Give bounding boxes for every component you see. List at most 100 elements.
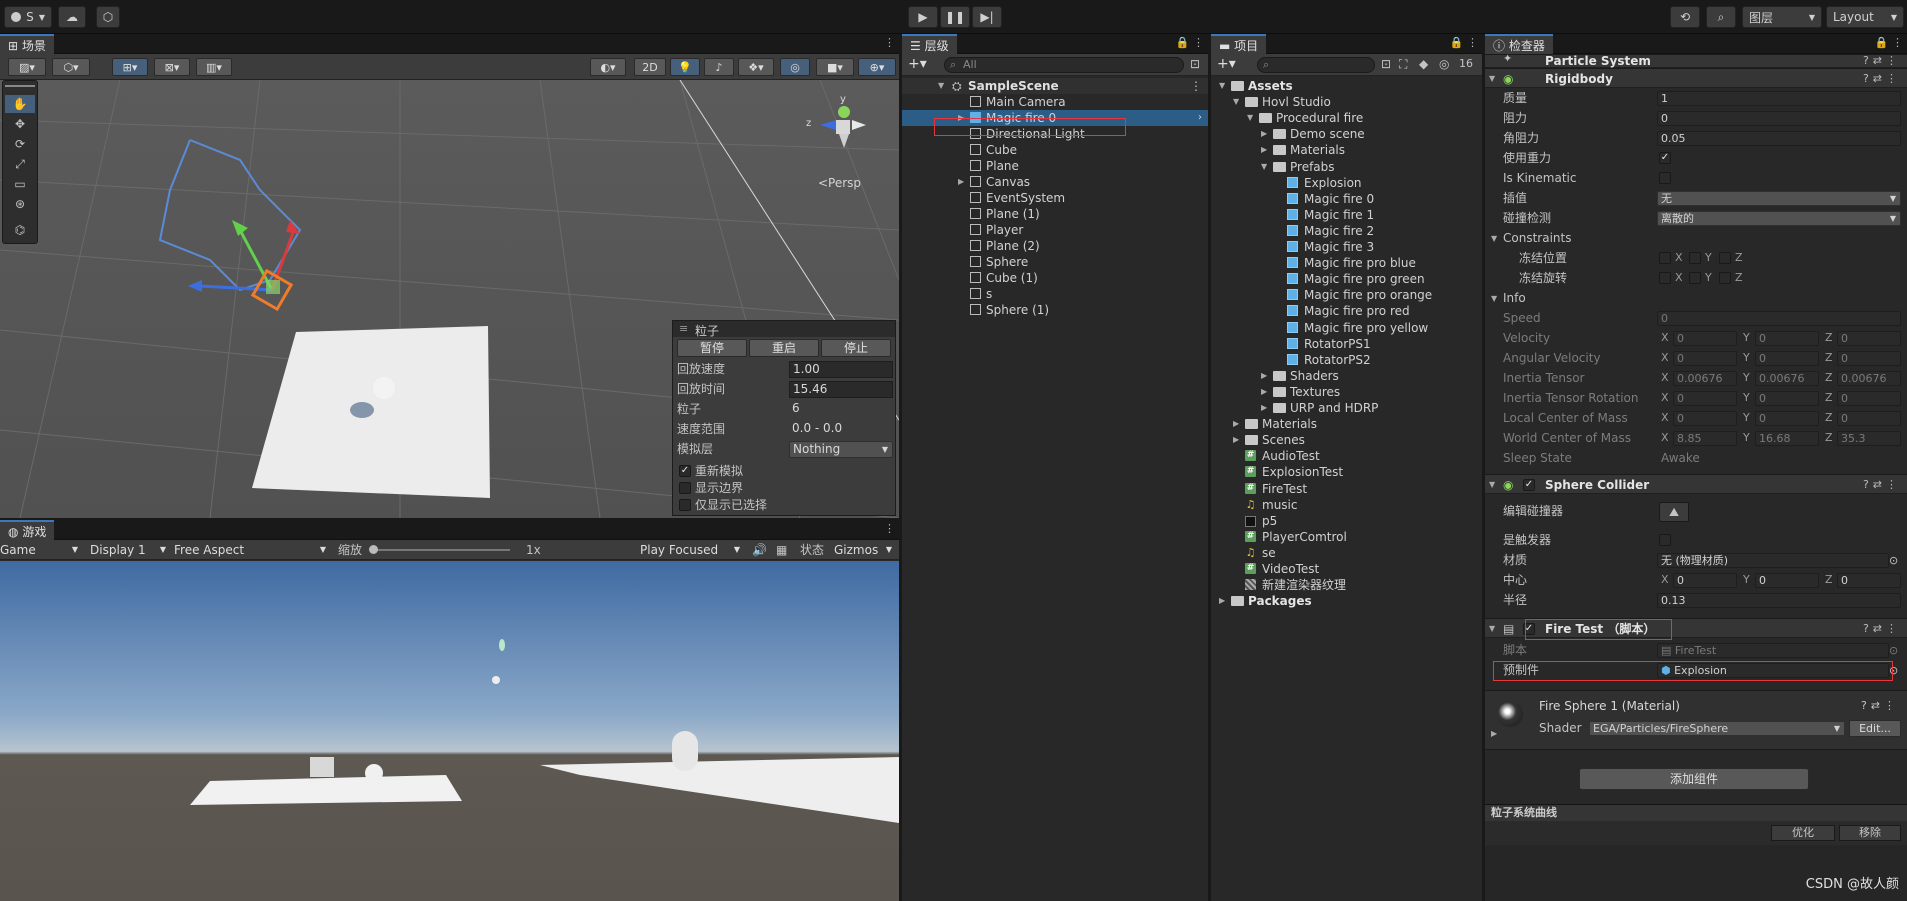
- lock-menu-icon[interactable]: 🔒 ⋮: [1450, 36, 1478, 49]
- sphere-collider-enabled-checkbox[interactable]: ✓: [1523, 479, 1535, 491]
- is-trigger-checkbox[interactable]: [1659, 534, 1671, 546]
- play-button[interactable]: ▶: [908, 6, 938, 28]
- particle-pause-button[interactable]: 暂停: [677, 339, 747, 357]
- project-item[interactable]: ▶ Packages: [1211, 593, 1482, 609]
- object-picker-icon[interactable]: ⊙: [1889, 552, 1898, 569]
- project-item[interactable]: ▼ Prefabs: [1211, 159, 1482, 175]
- hierarchy-item[interactable]: Main Camera: [902, 94, 1208, 110]
- scene-viewport[interactable]: y z <Persp ✋ ✥ ⟳ ⤢ ▭ ⊛ ⌬ ≡ 粒子 暂停 重启 停止 回…: [0, 80, 899, 518]
- chevron-right-icon[interactable]: ›: [1198, 110, 1202, 126]
- project-item[interactable]: Magic fire pro orange: [1211, 287, 1482, 303]
- search-options-icon[interactable]: ⊡: [1190, 57, 1200, 71]
- hierarchy-item[interactable]: Cube: [902, 142, 1208, 158]
- chevron-right-icon[interactable]: ▶: [1491, 729, 1497, 738]
- particle-stat-value[interactable]: 1.00: [789, 361, 893, 378]
- chevron-right-icon[interactable]: ▶: [1261, 368, 1267, 384]
- project-item[interactable]: Magic fire pro blue: [1211, 255, 1482, 271]
- chevron-right-icon[interactable]: ▶: [1261, 126, 1267, 142]
- ruler-button[interactable]: ▥▾: [196, 58, 232, 76]
- particle-system-header[interactable]: ✦ Particle System ?⇄⋮: [1485, 52, 1907, 68]
- project-item[interactable]: ▶ Shaders: [1211, 368, 1482, 384]
- camera-button[interactable]: ■▾: [816, 58, 854, 76]
- display-dropdown[interactable]: Display 1 ▼: [90, 542, 170, 558]
- project-item[interactable]: Magic fire pro green: [1211, 271, 1482, 287]
- project-item[interactable]: Magic fire 2: [1211, 223, 1482, 239]
- scene-row[interactable]: ▼ ⛭ SampleScene ⋮: [902, 78, 1208, 94]
- pause-button[interactable]: ❚❚: [940, 6, 970, 28]
- component-menu-icons[interactable]: ?⇄⋮: [1863, 619, 1901, 639]
- interpolate-dropdown[interactable]: 无 ▼: [1657, 191, 1901, 206]
- project-item[interactable]: Magic fire 1: [1211, 207, 1482, 223]
- rect-tool-icon[interactable]: ▭: [5, 175, 35, 193]
- project-item[interactable]: # AudioTest: [1211, 448, 1482, 464]
- grid-snap-button[interactable]: ⊞▾: [112, 58, 148, 76]
- optimize-button[interactable]: 优化: [1771, 825, 1835, 841]
- chevron-right-icon[interactable]: ▶: [1261, 400, 1267, 416]
- project-item[interactable]: ▶ Scenes: [1211, 432, 1482, 448]
- hierarchy-item[interactable]: Cube (1): [902, 270, 1208, 286]
- chevron-down-icon[interactable]: ▼: [1233, 94, 1239, 110]
- hierarchy-item[interactable]: Plane (2): [902, 238, 1208, 254]
- project-item[interactable]: ♫ se: [1211, 545, 1482, 561]
- edit-shader-button[interactable]: Edit...: [1849, 720, 1901, 737]
- project-item[interactable]: ▶ URP and HDRP: [1211, 400, 1482, 416]
- center-z-field[interactable]: 0: [1837, 573, 1901, 588]
- scale-tool-icon[interactable]: ⤢: [5, 155, 35, 173]
- custom-tool-icon[interactable]: ⌬: [5, 221, 35, 239]
- layers-dropdown[interactable]: 图层 ▼: [1742, 6, 1822, 28]
- project-item[interactable]: ▶ Materials: [1211, 142, 1482, 158]
- project-item[interactable]: 新建渲染器纹理: [1211, 577, 1482, 593]
- add-component-button[interactable]: 添加组件: [1579, 768, 1809, 790]
- stats-button[interactable]: 状态: [800, 542, 824, 558]
- move-tool-icon[interactable]: ✥: [5, 115, 35, 133]
- particle-stat-value[interactable]: 15.46: [789, 381, 893, 398]
- gizmos-button[interactable]: ⊕▾: [858, 58, 896, 76]
- collab-button[interactable]: ⬡: [96, 6, 120, 28]
- project-item[interactable]: Magic fire pro red: [1211, 303, 1482, 319]
- freeze-rot-x-checkbox[interactable]: [1659, 272, 1671, 284]
- hierarchy-item[interactable]: Plane: [902, 158, 1208, 174]
- aspect-dropdown[interactable]: Free Aspect ▼: [174, 542, 330, 558]
- constraints-row[interactable]: ▼ Constraints: [1485, 230, 1907, 247]
- lock-menu-icon[interactable]: 🔒 ⋮: [1875, 36, 1903, 49]
- tab-scene[interactable]: ⊞ 场景: [0, 34, 54, 54]
- grid-icon[interactable]: ▦: [776, 542, 787, 558]
- eye-slash-icon[interactable]: ◎: [1439, 57, 1449, 71]
- audio-toggle[interactable]: ♪: [704, 58, 734, 76]
- freeze-pos-z-checkbox[interactable]: [1719, 252, 1731, 264]
- filter-type-icon[interactable]: ⛶: [1399, 57, 1407, 72]
- freeze-rot-y-checkbox[interactable]: [1689, 272, 1701, 284]
- collider-material-field[interactable]: 无 (物理材质): [1657, 553, 1889, 568]
- particle-restart-button[interactable]: 重启: [749, 339, 819, 357]
- orientation-gizmo[interactable]: y z: [800, 94, 880, 174]
- scene-menu-icon[interactable]: ⋮: [1190, 78, 1202, 94]
- search-button[interactable]: ⌕: [1706, 6, 1736, 28]
- project-item[interactable]: RotatorPS2: [1211, 352, 1482, 368]
- play-focused-dropdown[interactable]: Play Focused ▼: [640, 542, 744, 558]
- center-y-field[interactable]: 0: [1755, 573, 1819, 588]
- chevron-right-icon[interactable]: ▶: [1261, 142, 1267, 158]
- component-menu-icons[interactable]: ?⇄⋮: [1863, 475, 1901, 495]
- particle-stat-value[interactable]: Nothing ▼: [789, 441, 893, 458]
- scale-slider-handle[interactable]: [369, 545, 378, 554]
- layout-dropdown[interactable]: Layout ▼: [1826, 6, 1904, 28]
- project-item[interactable]: # VideoTest: [1211, 561, 1482, 577]
- history-button[interactable]: ⟲: [1670, 6, 1700, 28]
- project-item[interactable]: Magic fire pro yellow: [1211, 320, 1482, 336]
- particle-option-checkbox[interactable]: [679, 499, 691, 511]
- chevron-right-icon[interactable]: ▶: [1233, 416, 1239, 432]
- effects-button[interactable]: ❖▾: [738, 58, 774, 76]
- radius-field[interactable]: 0.13: [1657, 593, 1901, 608]
- scale-slider[interactable]: [370, 549, 510, 551]
- project-search-input[interactable]: ⌕: [1257, 57, 1375, 73]
- transform-tool-icon[interactable]: ⊛: [5, 195, 35, 213]
- chevron-down-icon[interactable]: ▼: [1219, 78, 1225, 94]
- panel-menu-icon[interactable]: ⋮: [884, 522, 895, 535]
- hand-tool-icon[interactable]: ✋: [5, 95, 35, 113]
- hierarchy-item[interactable]: ▶ Canvas: [902, 174, 1208, 190]
- project-item[interactable]: ▼ Hovl Studio: [1211, 94, 1482, 110]
- project-item[interactable]: RotatorPS1: [1211, 336, 1482, 352]
- project-item[interactable]: Magic fire 0: [1211, 191, 1482, 207]
- remove-button[interactable]: 移除: [1839, 825, 1901, 841]
- particle-option-checkbox[interactable]: ✓: [679, 465, 691, 477]
